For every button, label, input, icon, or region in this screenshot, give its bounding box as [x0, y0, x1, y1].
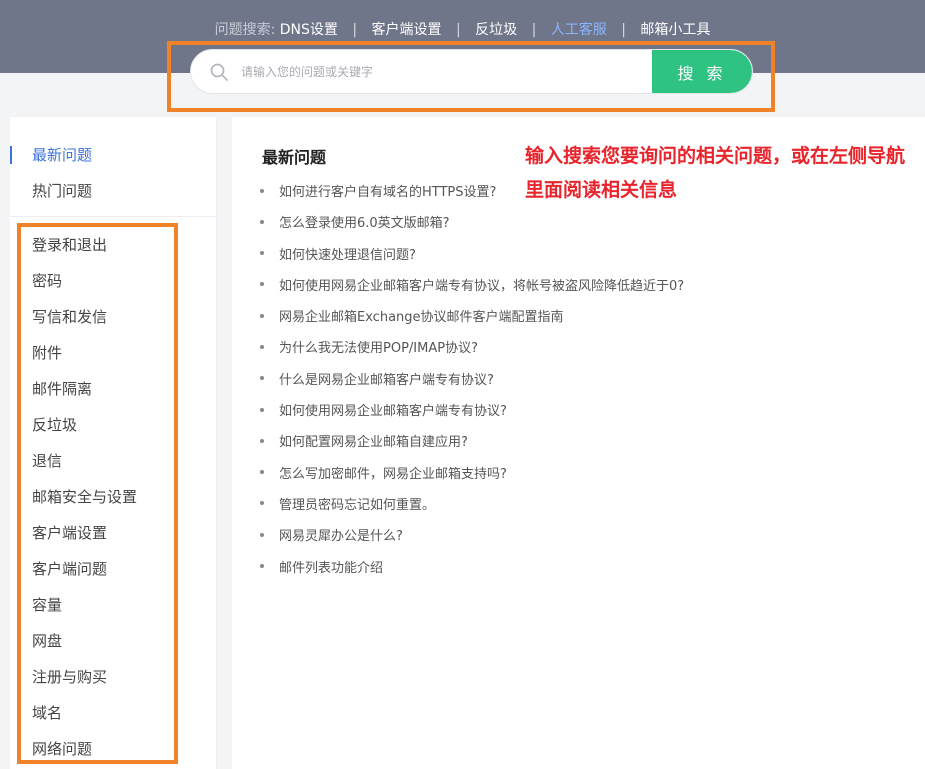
list-item[interactable]: 邮件列表功能介绍: [260, 557, 684, 588]
bullet-icon: [260, 376, 264, 381]
quick-links-prefix: 问题搜索:: [214, 22, 276, 38]
question-link[interactable]: 怎么写加密邮件，网易企业邮箱支持吗?: [279, 467, 507, 482]
sidebar-item-antispam[interactable]: 反垃圾: [10, 415, 216, 451]
list-item[interactable]: 怎么登录使用6.0英文版邮箱?: [260, 212, 684, 243]
bullet-icon: [260, 438, 264, 443]
list-item[interactable]: 如何快速处理退信问题?: [260, 244, 684, 275]
question-link[interactable]: 网易企业邮箱Exchange协议邮件客户端配置指南: [279, 310, 564, 325]
quick-link-client-settings[interactable]: 客户端设置: [372, 22, 442, 38]
bullet-icon: [260, 564, 264, 569]
question-link[interactable]: 如何使用网易企业邮箱客户端专有协议?: [279, 404, 507, 419]
question-link[interactable]: 如何配置网易企业邮箱自建应用?: [279, 435, 468, 450]
quick-links-bar: 问题搜索: DNS设置 | 客户端设置 | 反垃圾 | 人工客服 | 邮箱小工具: [0, 19, 925, 39]
sidebar-item-client-settings[interactable]: 客户端设置: [10, 523, 216, 559]
bullet-icon: [260, 501, 264, 506]
list-item[interactable]: 怎么写加密邮件，网易企业邮箱支持吗?: [260, 463, 684, 494]
bullet-icon: [260, 470, 264, 475]
sidebar-item-client-issues[interactable]: 客户端问题: [10, 559, 216, 595]
sidebar-item-security-settings[interactable]: 邮箱安全与设置: [10, 487, 216, 523]
sidebar-item-network-issues[interactable]: 网络问题: [10, 739, 216, 769]
question-link[interactable]: 管理员密码忘记如何重置。: [279, 498, 435, 513]
sidebar-item-compose-send[interactable]: 写信和发信: [10, 307, 216, 343]
question-link[interactable]: 邮件列表功能介绍: [279, 561, 383, 576]
question-link[interactable]: 网易灵犀办公是什么?: [279, 529, 403, 544]
list-item[interactable]: 网易灵犀办公是什么?: [260, 525, 684, 556]
list-item[interactable]: 为什么我无法使用POP/IMAP协议?: [260, 337, 684, 368]
list-item[interactable]: 如何配置网易企业邮箱自建应用?: [260, 431, 684, 462]
bullet-icon: [260, 251, 264, 256]
separator: |: [621, 22, 626, 38]
quick-link-dns[interactable]: DNS设置: [280, 22, 338, 38]
quick-link-mail-tools[interactable]: 邮箱小工具: [640, 22, 710, 38]
quick-link-human-support[interactable]: 人工客服: [551, 22, 607, 38]
quick-link-antispam[interactable]: 反垃圾: [475, 22, 517, 38]
question-list: 如何进行客户自有域名的HTTPS设置? 怎么登录使用6.0英文版邮箱? 如何快速…: [260, 181, 684, 588]
bullet-icon: [260, 344, 264, 349]
main-panel: 最新问题 如何进行客户自有域名的HTTPS设置? 怎么登录使用6.0英文版邮箱?…: [232, 117, 925, 769]
list-item[interactable]: 如何使用网易企业邮箱客户端专有协议?: [260, 400, 684, 431]
bullet-icon: [260, 313, 264, 318]
sidebar-item-popular[interactable]: 热门问题: [10, 181, 216, 217]
list-item[interactable]: 网易企业邮箱Exchange协议邮件客户端配置指南: [260, 306, 684, 337]
search-highlight-frame: [167, 41, 775, 112]
sidebar-item-attachments[interactable]: 附件: [10, 343, 216, 379]
bullet-icon: [260, 188, 264, 193]
sidebar-item-register-purchase[interactable]: 注册与购买: [10, 667, 216, 703]
separator: |: [352, 22, 358, 38]
sidebar: 最新问题 热门问题 登录和退出 密码 写信和发信 附件 邮件隔离 反垃圾 退信 …: [10, 117, 217, 769]
separator: |: [455, 22, 461, 38]
question-link[interactable]: 如何使用网易企业邮箱客户端专有协议，将帐号被盗风险降低趋近于0?: [279, 279, 684, 294]
question-link[interactable]: 如何进行客户自有域名的HTTPS设置?: [279, 185, 496, 200]
sidebar-item-netdisk[interactable]: 网盘: [10, 631, 216, 667]
bullet-icon: [260, 282, 264, 287]
sidebar-item-latest[interactable]: 最新问题: [10, 145, 216, 181]
list-item[interactable]: 如何使用网易企业邮箱客户端专有协议，将帐号被盗风险降低趋近于0?: [260, 275, 684, 306]
sidebar-item-domain[interactable]: 域名: [10, 703, 216, 739]
instruction-annotation: 输入搜索您要询问的相关问题，或在左侧导航里面阅读相关信息: [525, 145, 906, 201]
sidebar-item-password[interactable]: 密码: [10, 271, 216, 307]
question-link[interactable]: 什么是网易企业邮箱客户端专有协议?: [279, 373, 494, 388]
list-item[interactable]: 管理员密码忘记如何重置。: [260, 494, 684, 525]
bullet-icon: [260, 532, 264, 537]
sidebar-item-mail-quarantine[interactable]: 邮件隔离: [10, 379, 216, 415]
separator: |: [531, 22, 537, 38]
question-link[interactable]: 如何快速处理退信问题?: [279, 248, 416, 263]
sidebar-item-bounce[interactable]: 退信: [10, 451, 216, 487]
list-item[interactable]: 什么是网易企业邮箱客户端专有协议?: [260, 369, 684, 400]
sidebar-categories: 登录和退出 密码 写信和发信 附件 邮件隔离 反垃圾 退信 邮箱安全与设置 客户…: [10, 217, 216, 769]
question-link[interactable]: 为什么我无法使用POP/IMAP协议?: [279, 341, 478, 356]
question-link[interactable]: 怎么登录使用6.0英文版邮箱?: [279, 216, 450, 231]
page-title: 最新问题: [262, 148, 327, 167]
sidebar-top-section: 最新问题 热门问题: [10, 117, 216, 217]
sidebar-item-capacity[interactable]: 容量: [10, 595, 216, 631]
bullet-icon: [260, 407, 264, 412]
sidebar-item-login-logout[interactable]: 登录和退出: [10, 235, 216, 271]
bullet-icon: [260, 219, 264, 224]
